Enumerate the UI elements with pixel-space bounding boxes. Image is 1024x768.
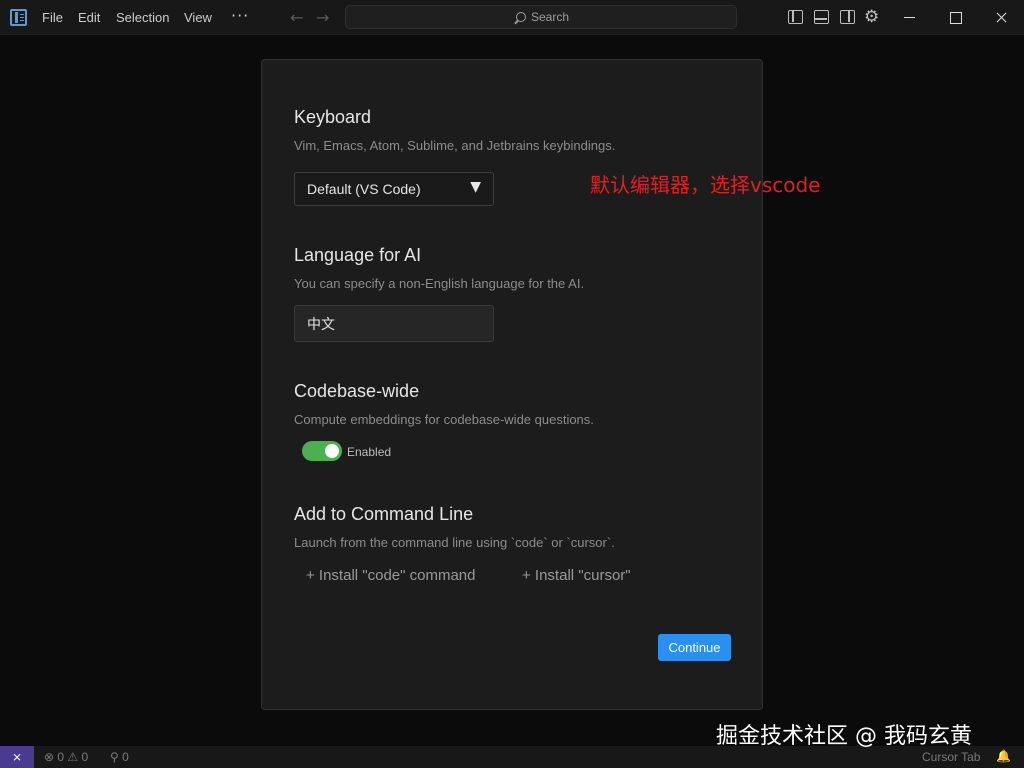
notification-bell-icon[interactable]: 🔔: [996, 749, 1011, 763]
continue-button[interactable]: Continue: [658, 634, 731, 661]
maximize-button[interactable]: [932, 0, 978, 35]
minimize-button[interactable]: [886, 0, 932, 35]
caret-down-icon: ▼: [470, 179, 481, 195]
settings-gear-icon[interactable]: ⚙: [864, 7, 879, 27]
onboarding-dialog: Keyboard Vim, Emacs, Atom, Sublime, and …: [261, 59, 763, 710]
menu-view[interactable]: View: [184, 10, 212, 25]
command-line-description: Launch from the command line using `code…: [294, 535, 615, 550]
toggle-primary-sidebar-icon[interactable]: [788, 10, 803, 24]
language-title: Language for AI: [294, 245, 422, 265]
codebase-title: Codebase-wide: [294, 381, 420, 401]
language-description: You can specify a non-English language f…: [294, 276, 585, 291]
codebase-description: Compute embeddings for codebase-wide que…: [294, 412, 594, 427]
search-label: Search: [531, 10, 570, 24]
annotation-text: 默认编辑器，选择vscode: [590, 173, 821, 197]
keyboard-description: Vim, Emacs, Atom, Sublime, and Jetbrains…: [294, 138, 616, 153]
toggle-secondary-sidebar-icon[interactable]: [840, 10, 855, 24]
install-cursor-command-button[interactable]: + Install "cursor": [522, 567, 631, 584]
menu-selection[interactable]: Selection: [116, 10, 169, 25]
problems-count[interactable]: ⊗ 0 ⚠ 0: [44, 750, 88, 764]
toggle-status-label: Enabled: [347, 445, 392, 459]
cursor-tab-status[interactable]: Cursor Tab: [922, 750, 980, 764]
command-line-title: Add to Command Line: [294, 504, 474, 524]
ai-language-input[interactable]: [294, 305, 494, 342]
menu-edit[interactable]: Edit: [78, 10, 100, 25]
toggle-panel-icon[interactable]: [814, 10, 829, 24]
ports-count[interactable]: ⚲ 0: [110, 750, 129, 764]
forward-arrow-icon[interactable]: →: [316, 8, 329, 27]
search-icon: [516, 12, 526, 22]
app-logo-icon: [10, 9, 27, 26]
toggle-knob: [325, 444, 339, 458]
close-window-button[interactable]: [978, 0, 1024, 35]
install-code-command-button[interactable]: + Install "code" command: [306, 567, 475, 584]
keybinding-select-value: Default (VS Code): [307, 181, 421, 197]
title-bar: File Edit Selection View ··· ← → Search …: [0, 0, 1024, 35]
command-search-box[interactable]: Search: [345, 5, 737, 29]
remote-indicator-icon[interactable]: ⨯: [0, 746, 34, 768]
codebase-embeddings-toggle[interactable]: [302, 441, 342, 461]
menu-file[interactable]: File: [42, 10, 63, 25]
watermark: 掘金技术社区 @ 我码玄黄: [716, 724, 972, 749]
keyboard-title: Keyboard: [294, 107, 372, 127]
keybinding-select[interactable]: Default (VS Code) ▼: [294, 172, 494, 206]
more-menu-icon[interactable]: ···: [231, 6, 249, 25]
search-placeholder: Search: [516, 10, 569, 24]
back-arrow-icon[interactable]: ←: [290, 8, 303, 27]
